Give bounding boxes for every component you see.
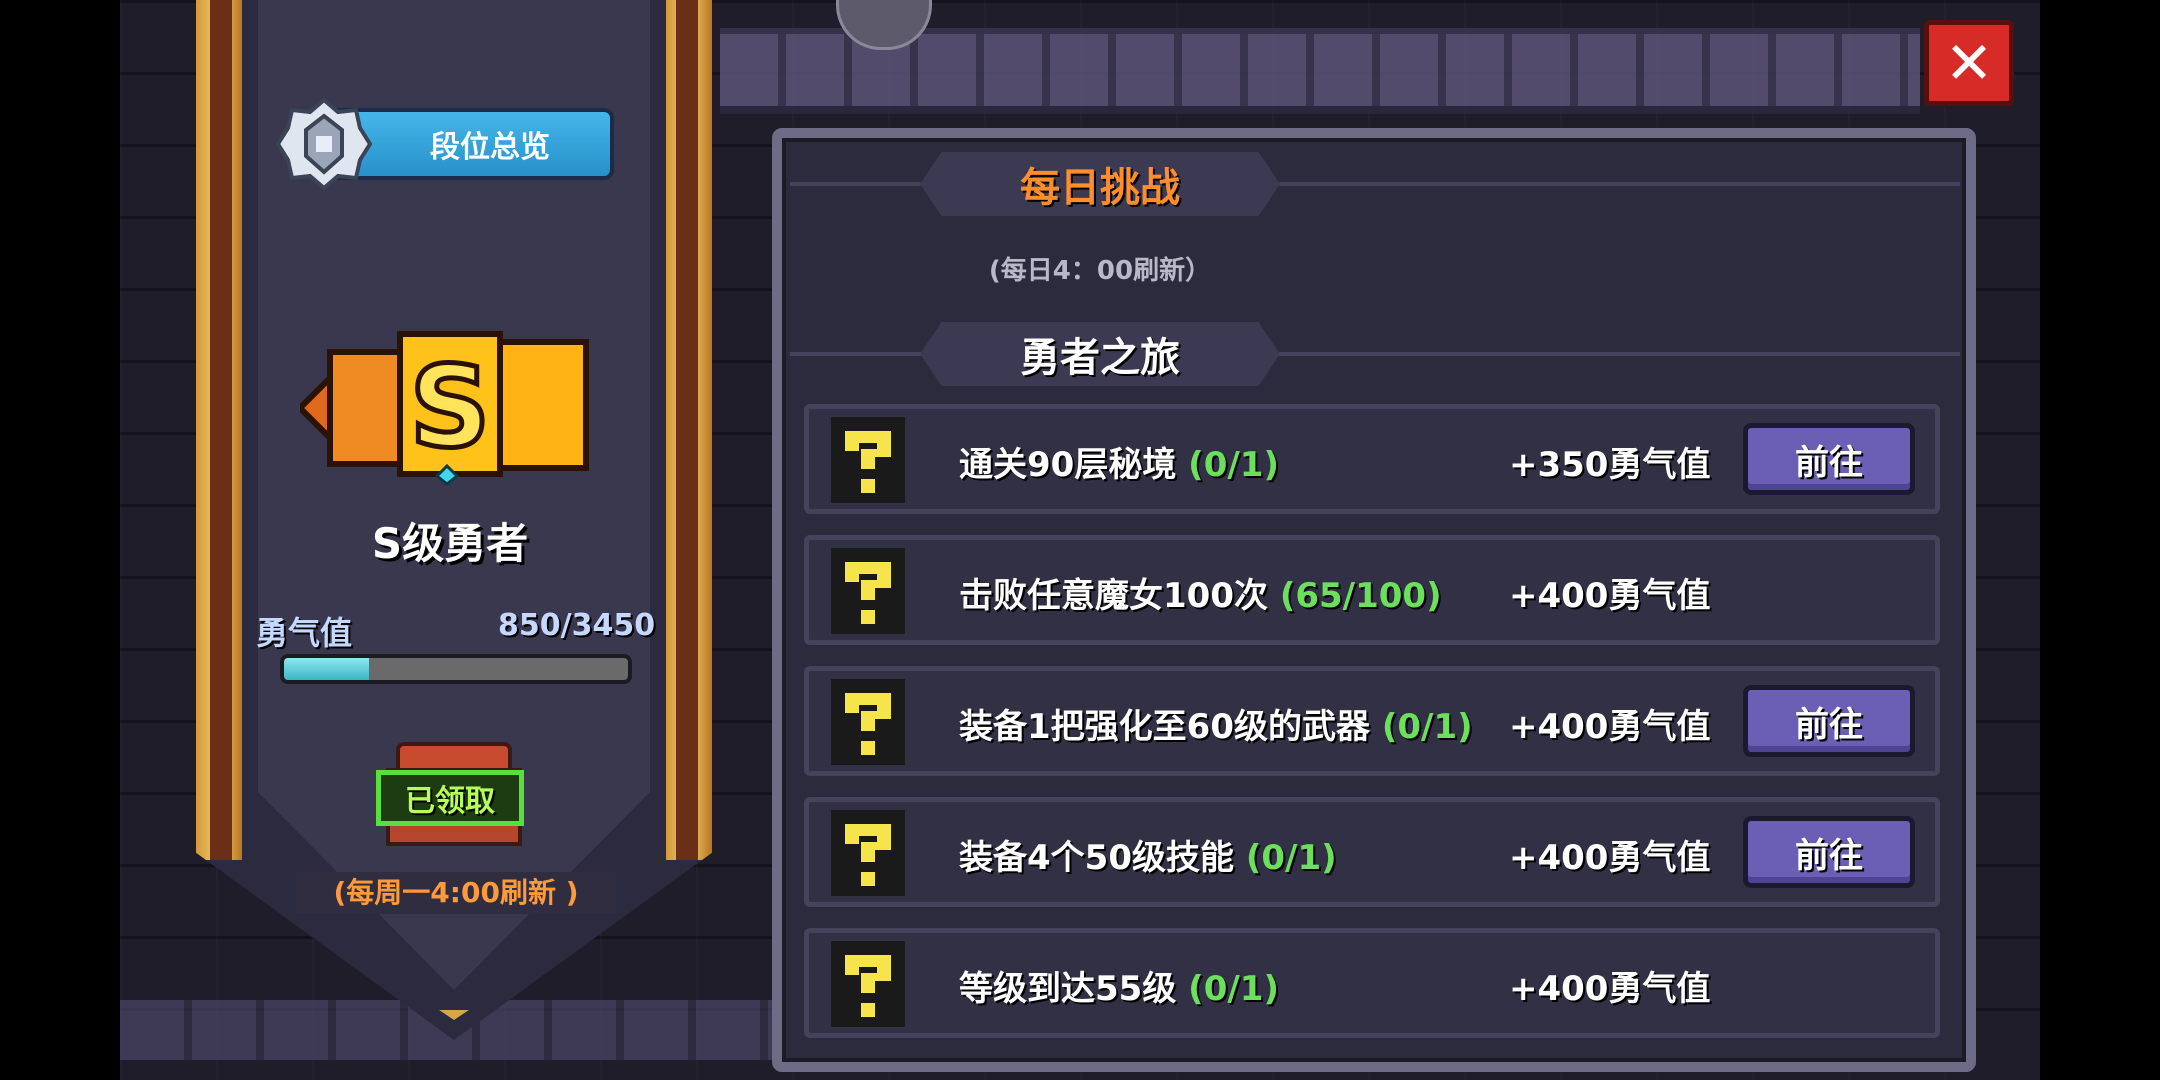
quest-row: 等级到达55级 (0/1) +400勇气值 [804, 928, 1940, 1038]
weekly-refresh-note: (每周一4:00刷新 ) [296, 872, 616, 914]
courage-label: 勇气值 [256, 614, 353, 652]
quest-progress: (65/100) [1279, 576, 1442, 616]
go-button[interactable]: 前往 [1743, 423, 1915, 495]
rank-name: S级勇者 [371, 519, 529, 568]
quest-list: 通关90层秘境 (0/1) +350勇气值 前往 击败任意魔女100次 (65/… [804, 404, 1940, 1059]
courage-progress-bar [280, 654, 632, 684]
quest-reward: +400勇气值 [1509, 969, 1711, 1009]
quest-row: 通关90层秘境 (0/1) +350勇气值 前往 [804, 404, 1940, 514]
quest-reward: +400勇气值 [1509, 576, 1711, 616]
question-mark-icon [831, 548, 905, 634]
daily-refresh-note: (每日4：00刷新） [988, 256, 1212, 286]
quest-reward: +400勇气值 [1509, 707, 1711, 747]
quest-progress: (0/1) [1188, 969, 1279, 1009]
go-button[interactable]: 前往 [1743, 685, 1915, 757]
quest-reward: +350勇气值 [1509, 445, 1711, 485]
close-button[interactable]: ✕ [1924, 20, 2014, 106]
quest-row: 装备4个50级技能 (0/1) +400勇气值 前往 [804, 797, 1940, 907]
quest-row: 击败任意魔女100次 (65/100) +400勇气值 [804, 535, 1940, 645]
question-mark-icon [831, 679, 905, 765]
question-mark-icon [831, 810, 905, 896]
quest-title: 等级到达55级 (0/1) [959, 969, 1279, 1009]
quest-progress: (0/1) [1245, 838, 1337, 878]
panel-title: 每日挑战 [920, 152, 1280, 216]
silver-medal-icon [276, 97, 372, 191]
quest-title: 装备1把强化至60级的武器 (0/1) [959, 707, 1473, 747]
quest-title: 通关90层秘境 (0/1) [959, 445, 1279, 485]
quest-reward: +400勇气值 [1509, 838, 1711, 878]
courage-progress-fill [284, 658, 369, 680]
banner-rail-left [196, 0, 242, 860]
quest-title: 装备4个50级技能 (0/1) [959, 838, 1337, 878]
question-mark-icon [831, 941, 905, 1027]
go-button[interactable]: 前往 [1743, 816, 1915, 888]
rank-s-emblem-icon: S [300, 331, 589, 486]
weekly-chest[interactable]: 已领取 [376, 742, 524, 848]
svg-text:S: S [410, 343, 491, 473]
banner-rail-right [666, 0, 712, 860]
courage-value: 850/3450 [498, 608, 656, 643]
claimed-badge: 已领取 [376, 770, 524, 826]
quest-progress: (0/1) [1381, 707, 1473, 747]
quest-row: 装备1把强化至60级的武器 (0/1) +400勇气值 前往 [804, 666, 1940, 776]
section-title: 勇者之旅 [920, 322, 1280, 386]
quest-title: 击败任意魔女100次 (65/100) [959, 576, 1442, 616]
quest-progress: (0/1) [1188, 445, 1279, 485]
rank-overview-button[interactable]: 段位总览 [276, 96, 616, 192]
close-icon: ✕ [1944, 29, 1994, 97]
question-mark-icon [831, 417, 905, 503]
